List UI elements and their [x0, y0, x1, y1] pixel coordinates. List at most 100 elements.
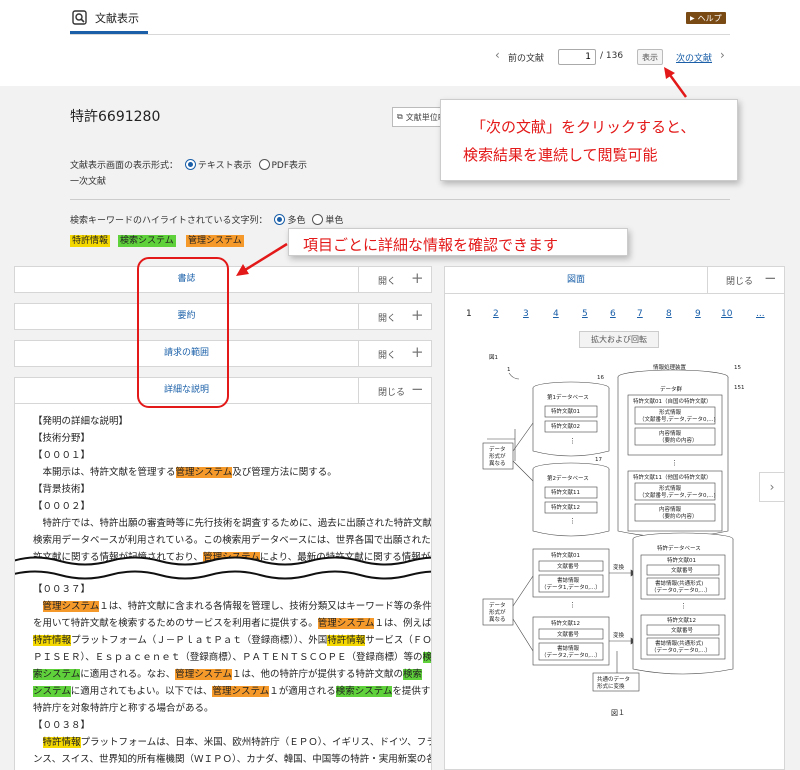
- figure-page-link[interactable]: 8: [666, 309, 672, 319]
- svg-text:1: 1: [507, 367, 511, 373]
- figure-page-link[interactable]: 7: [637, 309, 643, 319]
- description-line: ンス、スイス、世界知的所有権機関（ＷＩＰＯ）、カナダ、韓国、中国等の特許・実用新…: [33, 754, 432, 766]
- figure-page-link[interactable]: 6: [610, 309, 616, 319]
- callout-text: 「次の文献」をクリックすると、: [471, 116, 695, 137]
- svg-text:文献番号: 文献番号: [557, 630, 580, 638]
- text-segment: サービス（ＦＯ: [365, 635, 432, 646]
- svg-text:第1データベース: 第1データベース: [547, 393, 589, 401]
- toggle-label: 開く: [378, 348, 396, 361]
- page-number-input[interactable]: [558, 49, 596, 65]
- radio-single-color[interactable]: [312, 214, 323, 225]
- svg-text:特許文献11: 特許文献11: [551, 488, 580, 496]
- text-segment: 【００３７】: [33, 584, 90, 595]
- option-single-color[interactable]: 単色: [325, 216, 343, 226]
- svg-text:特許文献01: 特許文献01: [551, 551, 580, 559]
- section-toggle-button[interactable]: 開く +: [358, 341, 432, 366]
- chevron-right-icon[interactable]: ›: [720, 48, 725, 62]
- section-toggle-button[interactable]: 閉じる −: [358, 378, 432, 403]
- figure-page-link[interactable]: 4: [553, 309, 559, 319]
- minus-icon: −: [411, 380, 424, 398]
- highlight-mode-row: 検索キーワードのハイライトされている文字列： 多色 単色: [70, 213, 343, 226]
- chevron-left-icon[interactable]: ‹: [495, 48, 500, 62]
- svg-text:特許文献11（他国の特許文献）: 特許文献11（他国の特許文献）: [633, 473, 712, 481]
- keyword-chip: 検索システム: [118, 235, 176, 247]
- keyword-highlight: 特許情報: [327, 635, 365, 646]
- figure-panel-header: 図面 閉じる −: [445, 267, 784, 294]
- text-segment: ＰＩＳＥＲ）、Ｅｓｐａｃｅｎｅｔ（登録商標）、ＰＡＴＥＮＴＳＣＯＰＥ（登録商標）…: [33, 652, 423, 663]
- zoom-rotate-button[interactable]: 拡大および回転: [579, 331, 659, 348]
- figure-panel-title[interactable]: 図面: [445, 267, 707, 293]
- plus-icon: +: [411, 306, 424, 324]
- svg-text:形式が: 形式が: [489, 608, 506, 616]
- svg-text:変換: 変換: [613, 563, 625, 571]
- description-line: 特許情報プラットフォーム（Ｊ－ＰｌａｔＰａｔ（登録商標））、外国特許情報サービス…: [33, 635, 432, 647]
- figure-page-link[interactable]: 9: [695, 309, 701, 319]
- document-title: 特許6691280: [70, 106, 160, 126]
- svg-text:異なる: 異なる: [489, 616, 506, 623]
- text-segment: に適用されてもよい。以下では、: [71, 686, 213, 697]
- svg-text:異なる: 異なる: [489, 460, 506, 467]
- option-pdf-view[interactable]: PDF表示: [272, 161, 308, 171]
- svg-text:書誌情報: 書誌情報: [557, 644, 580, 652]
- description-line: 特許情報プラットフォームは、日本、米国、欧州特許庁（ＥＰＯ）、イギリス、ドイツ、…: [33, 737, 432, 749]
- figure-page-more[interactable]: ...: [756, 309, 765, 319]
- text-segment: により、最新の特許文献に関する情報が適: [260, 552, 432, 563]
- page-total: / 136: [600, 51, 623, 61]
- primary-document-label: 一次文献: [70, 174, 106, 187]
- description-line: 特許庁では、特許出願の審査時等に先行技術を調査するために、過去に出願された特許文…: [33, 518, 432, 530]
- svg-text:⋮: ⋮: [569, 517, 576, 525]
- figure-page-link[interactable]: 10: [721, 309, 732, 319]
- svg-text:特許文献02: 特許文献02: [551, 422, 580, 430]
- prev-document-link[interactable]: 前の文献: [508, 51, 544, 64]
- option-multicolor[interactable]: 多色: [287, 216, 305, 226]
- show-button[interactable]: 表示: [637, 49, 663, 65]
- svg-text:データ: データ: [489, 445, 506, 453]
- text-segment: プラットフォームは、日本、米国、欧州特許庁（ＥＰＯ）、イギリス、ドイツ、フラ: [81, 737, 432, 748]
- sections-callout: 項目ごとに詳細な情報を確認できます: [288, 228, 628, 256]
- svg-text:⋮: ⋮: [671, 459, 678, 467]
- svg-text:特許文献12: 特許文献12: [551, 503, 580, 511]
- text-segment: 【０００２】: [33, 501, 90, 512]
- patent-drawing: 図1 1 16 15 151 第1データベース 特許文献01 特許文献02 ⋮ …: [445, 351, 784, 770]
- document-search-icon: [72, 10, 88, 26]
- section-toggle-button[interactable]: 開く +: [358, 304, 432, 329]
- figure-page-link[interactable]: 3: [523, 309, 529, 319]
- svg-text:⋮: ⋮: [680, 602, 687, 610]
- text-segment: 検索用データベースが利用されている。この検索用データベースには、世界各国で出願さ…: [33, 535, 432, 546]
- description-line: システムに適用されてもよい。以下では、管理システム１が適用される検索システムを提…: [33, 686, 432, 698]
- figure-close-button[interactable]: 閉じる −: [707, 267, 784, 293]
- svg-text:形式に変換: 形式に変換: [597, 682, 625, 690]
- figure-page-link[interactable]: 1: [466, 309, 472, 319]
- toggle-label: 閉じる: [378, 385, 405, 398]
- radio-multicolor[interactable]: [274, 214, 285, 225]
- figure-caption: 図１: [611, 709, 625, 717]
- keyword-chip: 管理システム: [186, 235, 244, 247]
- callout-text: 項目ごとに詳細な情報を確認できます: [303, 234, 558, 255]
- svg-text:（データ1,データ0,...）: （データ1,データ0,...）: [541, 583, 601, 591]
- svg-text:17: 17: [595, 457, 602, 463]
- tab-document-view[interactable]: 文献表示: [70, 4, 148, 34]
- top-bar: 文献表示 ▶ ヘルプ: [0, 0, 800, 38]
- text-segment: を用いて特許文献を検索するためのサービスを利用者に提供する。: [33, 618, 318, 629]
- radio-pdf-view[interactable]: [259, 159, 270, 170]
- text-segment: １が適用される: [269, 686, 336, 697]
- figure-page-link[interactable]: 2: [493, 309, 499, 319]
- radio-text-view[interactable]: [185, 159, 196, 170]
- plus-icon: +: [411, 269, 424, 287]
- keyword-highlight: 索システム: [33, 669, 80, 680]
- svg-text:書誌情報(共通形式): 書誌情報(共通形式): [655, 639, 703, 647]
- keyword-highlight: システム: [33, 686, 71, 697]
- section-toggle-button[interactable]: 開く +: [358, 267, 432, 292]
- svg-text:内容情報: 内容情報: [659, 505, 682, 513]
- svg-text:（文献番号,データ,データ0,...): （文献番号,データ,データ0,...): [639, 491, 716, 499]
- keyword-highlight: 検索システム: [336, 686, 393, 697]
- description-line: ＰＩＳＥＲ）、Ｅｓｐａｃｅｎｅｔ（登録商標）、ＰＡＴＥＮＴＳＣＯＰＥ（登録商標）…: [33, 652, 432, 664]
- description-line: 本開示は、特許文献を管理する管理システム及び管理方法に関する。: [33, 467, 337, 479]
- figure-next-button[interactable]: ›: [759, 472, 785, 502]
- figure-page-link[interactable]: 5: [582, 309, 588, 319]
- text-segment: １は、他の特許庁が提供する特許文献の: [232, 669, 403, 680]
- option-text-view[interactable]: テキスト表示: [198, 161, 252, 171]
- svg-text:内容情報: 内容情報: [659, 429, 682, 437]
- next-document-link[interactable]: 次の文献: [676, 51, 712, 64]
- help-button[interactable]: ▶ ヘルプ: [686, 12, 726, 24]
